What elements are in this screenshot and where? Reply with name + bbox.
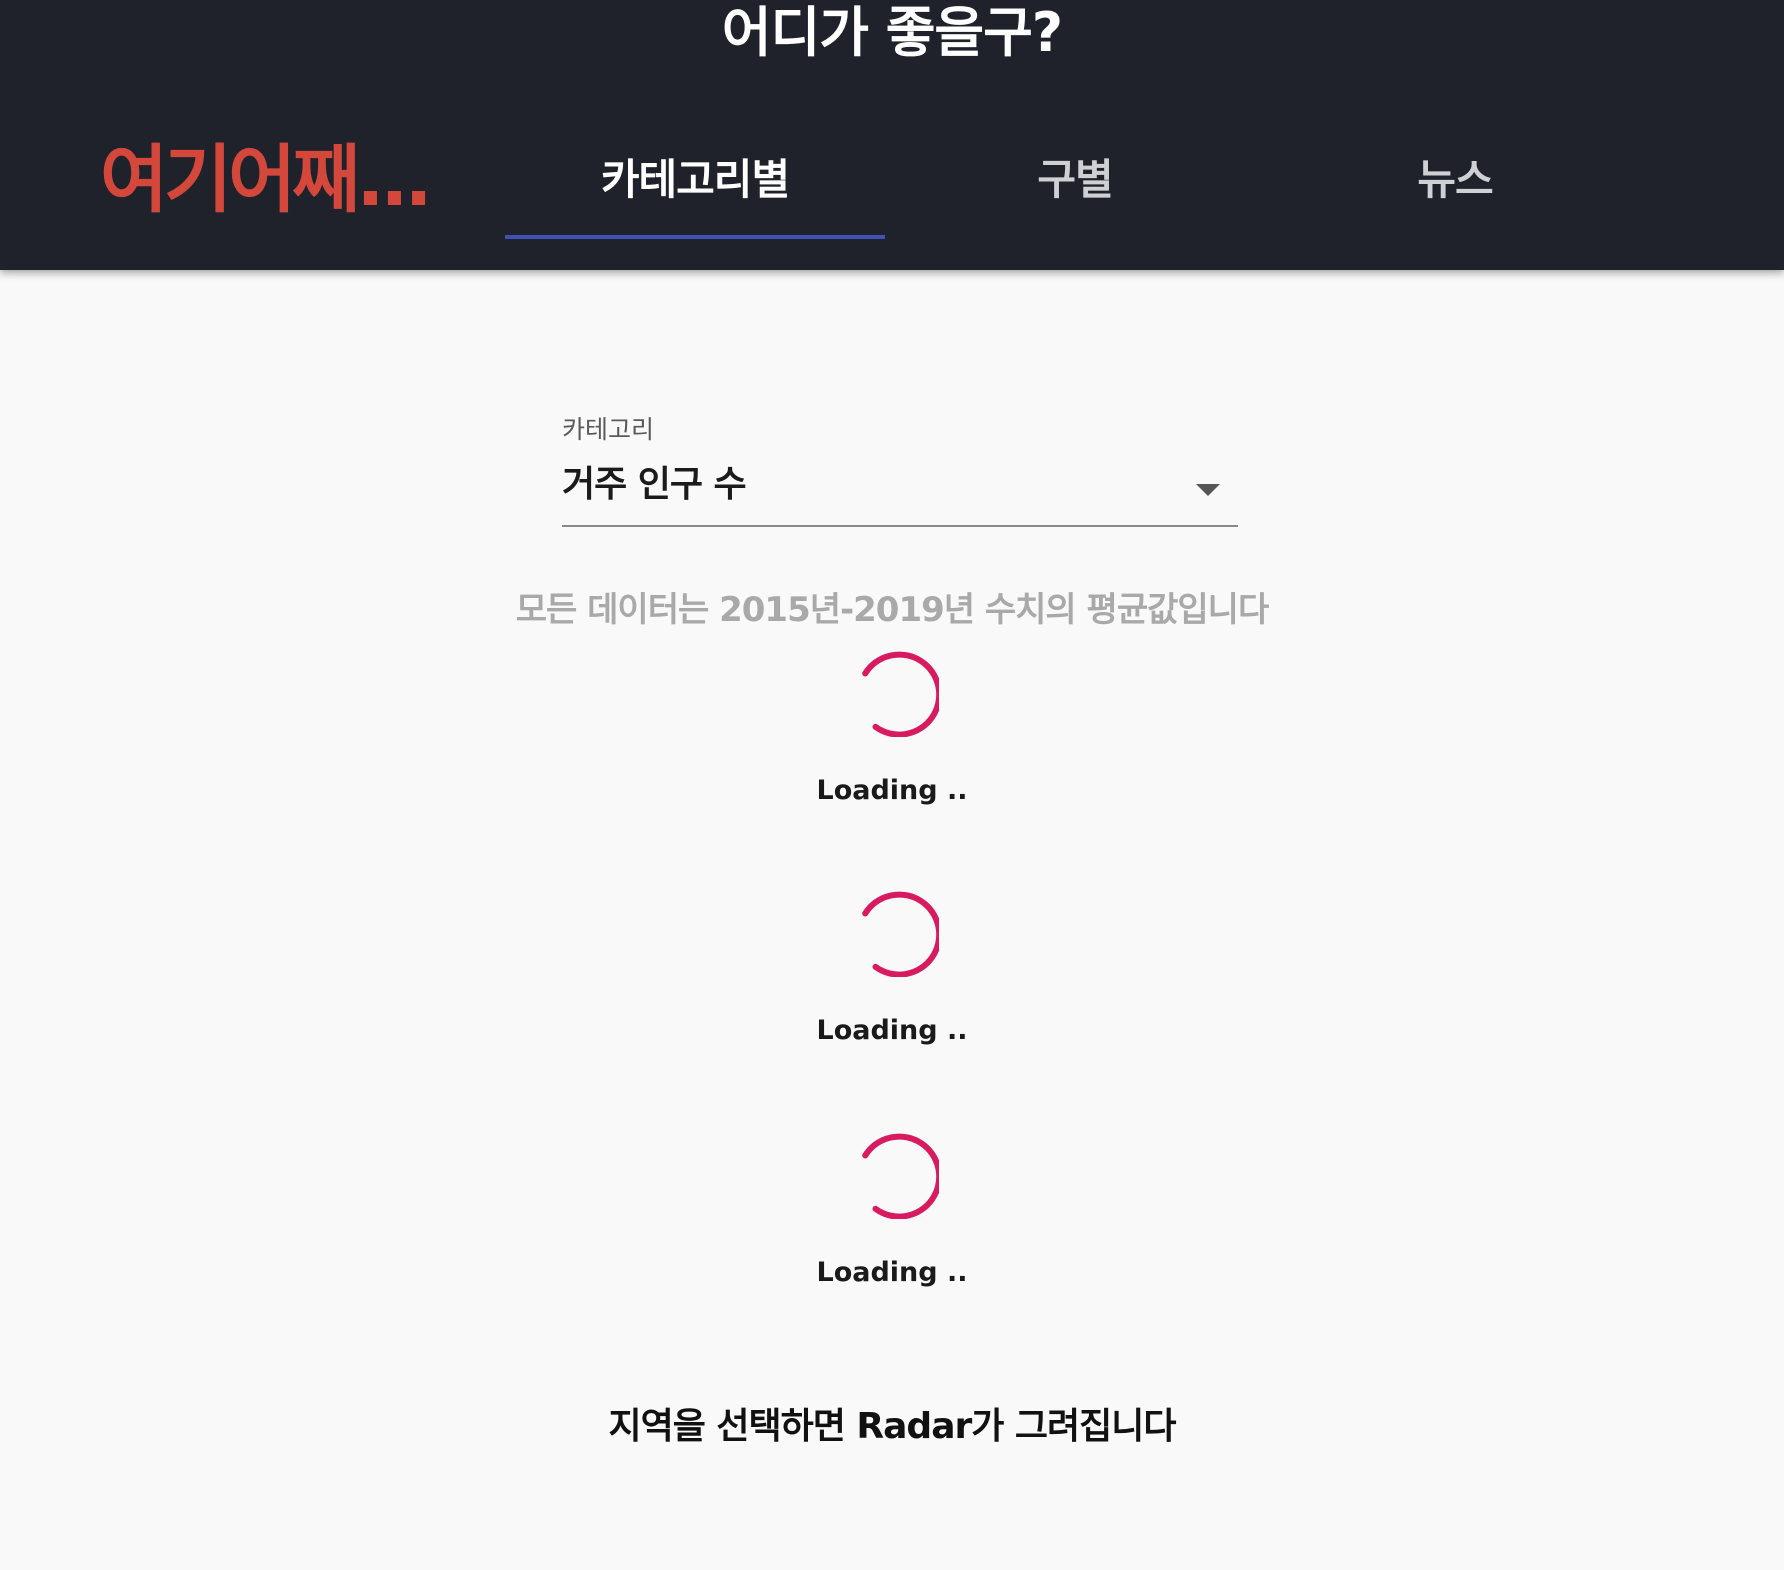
data-notice: 모든 데이터는 2015년-2019년 수치의 평균값입니다	[515, 590, 1269, 630]
loading-text: Loading ..	[816, 1257, 968, 1288]
category-select[interactable]: 카테고리 거주 인구 수	[562, 410, 1238, 530]
active-tab-indicator	[505, 235, 885, 239]
loading-text: Loading ..	[816, 775, 968, 806]
logo[interactable]: 여기어째...	[100, 132, 433, 228]
select-underline	[562, 525, 1238, 527]
app-title: 어디가 좋을구?	[721, 1, 1063, 64]
loader: Loading ..	[792, 883, 992, 1073]
dropdown-arrow-icon[interactable]	[1196, 484, 1220, 496]
tab-category[interactable]: 카테고리별	[505, 130, 885, 240]
tab-bar: 카테고리별 구별 뉴스	[505, 130, 1645, 240]
tab-district[interactable]: 구별	[885, 130, 1265, 240]
category-select-value[interactable]: 거주 인구 수	[562, 460, 747, 510]
tab-news[interactable]: 뉴스	[1265, 130, 1645, 240]
spinner-icon	[862, 891, 939, 977]
spinner-icon	[862, 651, 939, 737]
loader: Loading ..	[792, 643, 992, 833]
category-select-label: 카테고리	[562, 415, 655, 444]
spinner-icon	[862, 1133, 939, 1219]
app-header: 어디가 좋을구? 여기어째... 카테고리별 구별 뉴스	[0, 0, 1784, 270]
loader: Loading ..	[792, 1125, 992, 1315]
loading-text: Loading ..	[816, 1015, 968, 1046]
radar-placeholder-text: 지역을 선택하면 Radar가 그려집니다	[608, 1406, 1177, 1447]
